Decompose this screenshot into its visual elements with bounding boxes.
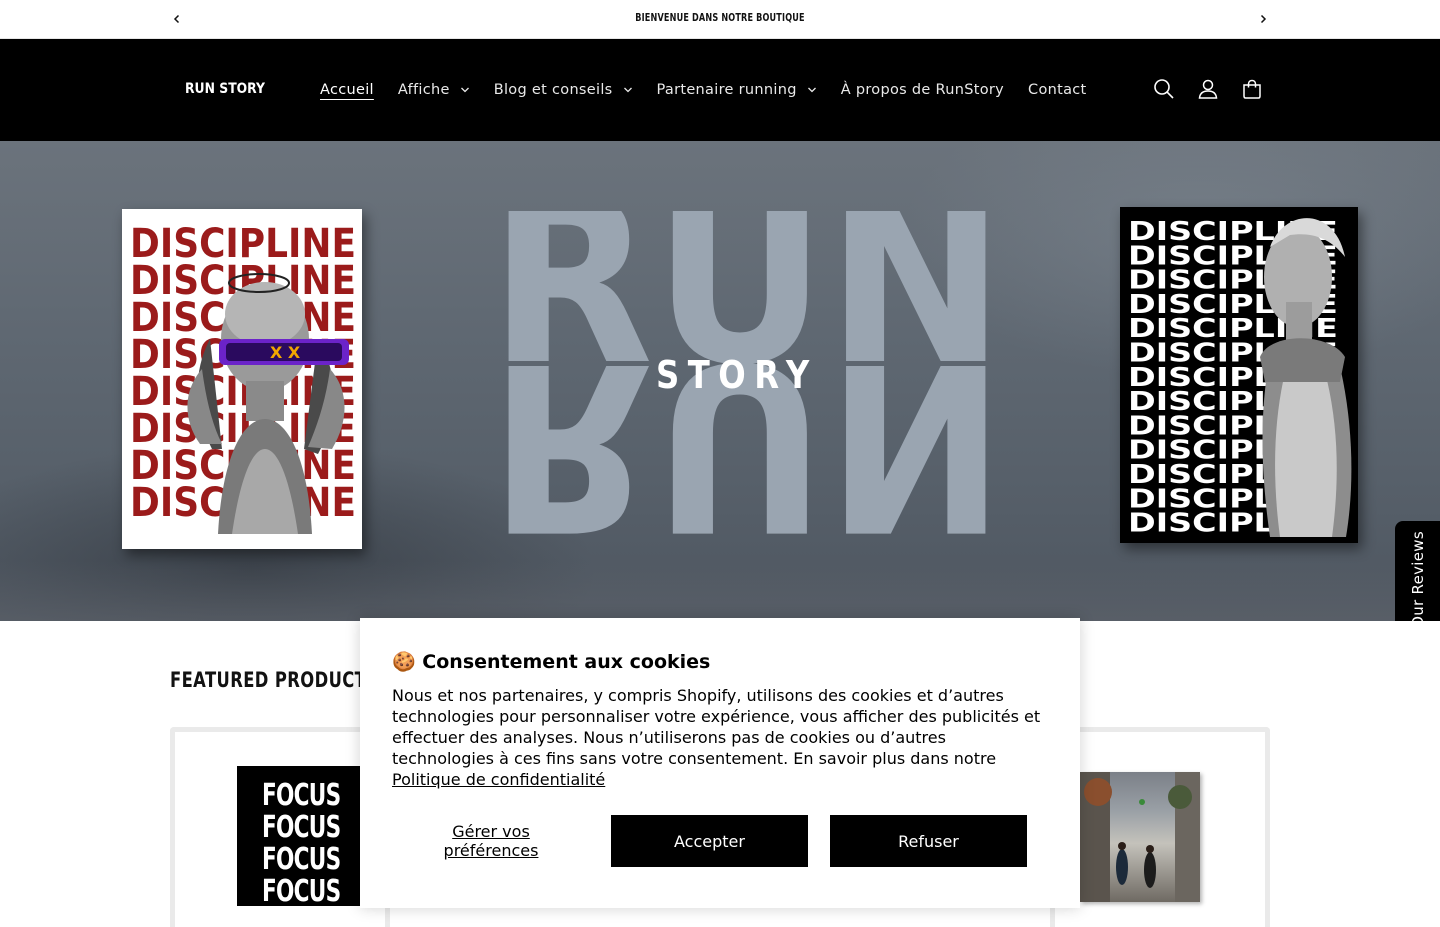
svg-text:X X: X X	[270, 343, 301, 362]
nav-label: Accueil	[320, 82, 374, 98]
accept-cookies-button[interactable]: Accepter	[611, 815, 808, 867]
nav-label: Contact	[1028, 82, 1087, 98]
nav-item-accueil[interactable]: Accueil	[308, 70, 386, 110]
wall-texture	[0, 561, 1440, 621]
focus-word: FOCUS	[262, 810, 341, 845]
poster-artwork: DISCIPLINEDISCIPLINEDISCIPLINEDISCIPLINE…	[1120, 207, 1358, 543]
nav-label: Affiche	[397, 82, 450, 98]
chevron-down-icon	[807, 87, 816, 93]
cookie-title-text: Consentement aux cookies	[422, 651, 711, 673]
cookie-icon: 🍪	[392, 651, 416, 673]
logo-graphic: RUN STORY	[185, 81, 266, 97]
runners-photo-image[interactable]	[1080, 772, 1200, 902]
header-icons	[1146, 71, 1270, 107]
nav-label: Blog et conseils	[493, 82, 613, 98]
runners-photo-graphic	[1080, 772, 1200, 902]
chevron-down-icon	[460, 87, 469, 93]
discipline-spartan-poster: DISCIPLINE DISCIPLINE DISCIPLINE DISCIPLINE…	[1120, 207, 1358, 543]
featured-products-heading: FEATURED PRODUCTS	[170, 668, 379, 692]
search-button[interactable]	[1146, 71, 1182, 107]
cookie-body-text: Nous et nos partenaires, y compris Shopi…	[392, 686, 1041, 768]
nav-item-partenaire[interactable]: Partenaire running	[645, 70, 829, 110]
reviews-label: Our Reviews	[1408, 531, 1427, 621]
our-reviews-tab[interactable]: Our Reviews ⭐	[1395, 521, 1440, 621]
next-announcement-button[interactable]	[1252, 8, 1274, 30]
chevron-right-icon	[1260, 14, 1267, 24]
focus-word: FOCUS	[262, 874, 341, 906]
nav-label: À propos de RunStory	[840, 82, 1005, 98]
cart-icon	[1243, 79, 1261, 99]
nav-item-affiche[interactable]: Affiche	[386, 70, 482, 110]
announcement-bar: BIENVENUE DANS NOTRE BOUTIQUE	[0, 0, 1440, 39]
story-word: STORY	[656, 353, 818, 397]
focus-poster-image[interactable]: FOCUS FOCUS FOCUS FOCUS	[237, 766, 367, 906]
focus-word: FOCUS	[262, 842, 341, 877]
announcement-message: BIENVENUE DANS NOTRE BOUTIQUE	[635, 11, 805, 24]
privacy-policy-link[interactable]: Politique de confidentialité	[392, 770, 605, 789]
nav-item-blog[interactable]: Blog et conseils	[482, 70, 645, 110]
search-icon	[1154, 79, 1174, 99]
nav-label: Partenaire running	[656, 82, 797, 98]
runstory-logo[interactable]: RUN STORY	[185, 80, 266, 97]
cookie-body: Nous et nos partenaires, y compris Shopi…	[392, 685, 1052, 790]
nav-item-contact[interactable]: Contact	[1016, 70, 1099, 110]
site-header: RUN STORY Accueil Affiche Blog et consei…	[0, 39, 1440, 141]
run-word-bottom: RUN	[489, 311, 1005, 556]
cart-button[interactable]	[1234, 71, 1270, 107]
logo-text: RUN STORY	[185, 81, 265, 96]
hero-banner: DISCIPLINE DISCIPLINE DISCIPLINE DISCIPLINE…	[0, 141, 1440, 621]
poster-artwork: DISCIPLINEDISCIPLINEDISCIPLINEDISCIPLINE…	[122, 209, 362, 549]
refuse-cookies-button[interactable]: Refuser	[830, 815, 1027, 867]
chevron-down-icon	[623, 87, 632, 93]
discipline-angel-poster: DISCIPLINE DISCIPLINE DISCIPLINE DISCIPLINE…	[122, 209, 362, 549]
cookie-title: 🍪 Consentement aux cookies	[392, 650, 710, 673]
account-icon	[1198, 79, 1218, 99]
account-button[interactable]	[1190, 71, 1226, 107]
focus-word: FOCUS	[262, 778, 341, 813]
nav-item-apropos[interactable]: À propos de RunStory	[829, 70, 1016, 110]
manage-preferences-link[interactable]: Gérer vos préférences	[422, 822, 560, 860]
cookie-consent-dialog: 🍪 Consentement aux cookies Nous et nos p…	[360, 618, 1080, 908]
main-nav: Accueil Affiche Blog et conseils Partena…	[308, 39, 1099, 141]
